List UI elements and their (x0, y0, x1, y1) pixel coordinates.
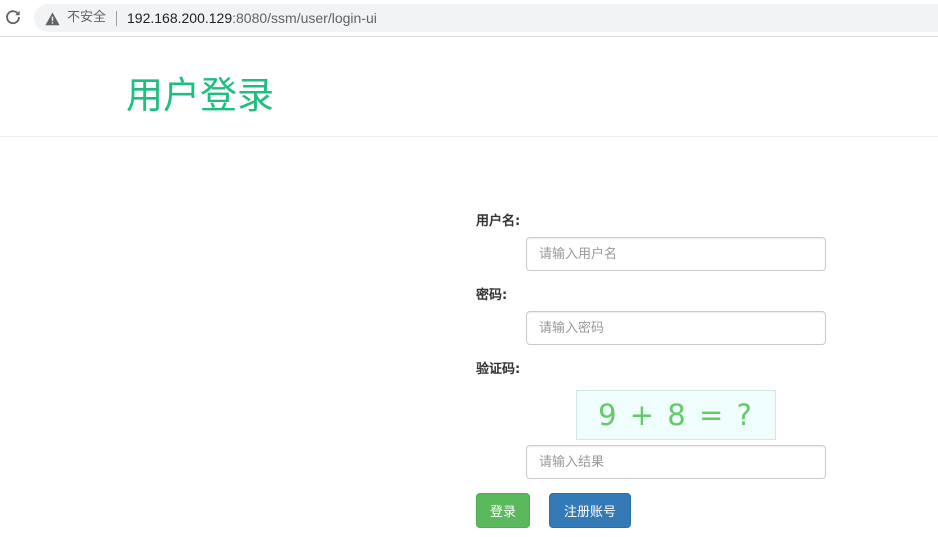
captcha-label: 验证码: (476, 362, 521, 377)
url-path: :8080/ssm/user/login-ui (232, 10, 377, 26)
password-label: 密码: (476, 288, 508, 303)
captcha-image[interactable]: 9 + 8 = ? (576, 390, 776, 440)
url-host: 192.168.200.129 (127, 10, 233, 26)
captcha-input[interactable] (526, 445, 826, 479)
address-bar[interactable]: 不安全 192.168.200.129:8080/ssm/user/login-… (34, 4, 938, 32)
omnibox-divider (116, 11, 117, 26)
page-title: 用户登录 (126, 74, 274, 117)
username-label: 用户名: (476, 214, 521, 229)
password-input[interactable] (526, 311, 826, 345)
register-button[interactable]: 注册账号 (549, 493, 631, 528)
reload-icon[interactable] (4, 8, 22, 26)
username-input[interactable] (526, 237, 826, 271)
warning-icon[interactable] (45, 11, 60, 26)
security-status-label[interactable]: 不安全 (67, 9, 106, 27)
browser-toolbar: 不安全 192.168.200.129:8080/ssm/user/login-… (0, 0, 938, 37)
url-text[interactable]: 192.168.200.129:8080/ssm/user/login-ui (127, 9, 377, 27)
header-divider (0, 136, 938, 137)
login-button[interactable]: 登录 (476, 493, 530, 528)
